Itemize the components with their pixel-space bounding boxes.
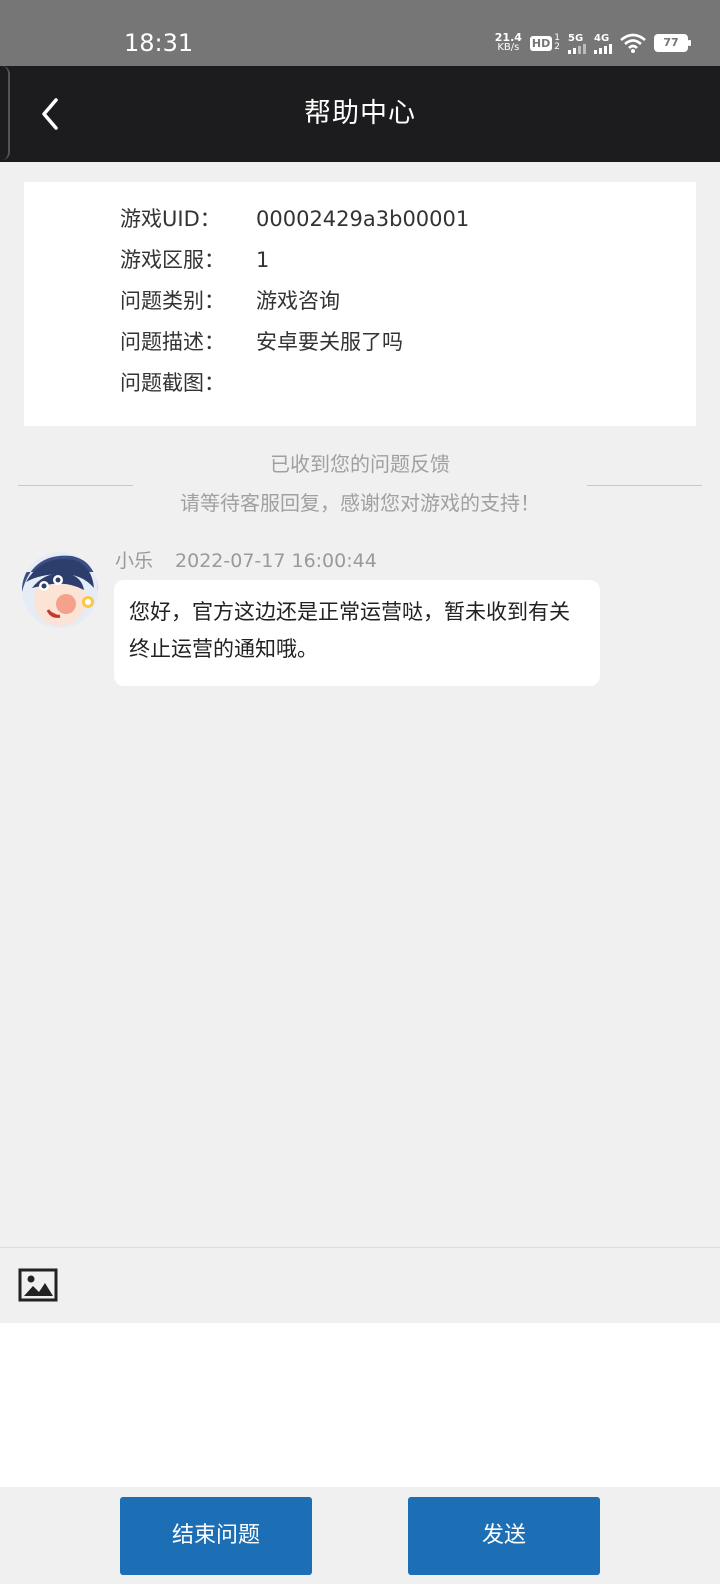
image-icon [18,1268,58,1302]
edge-decoration [0,66,10,160]
app-header: 帮助中心 [0,66,720,162]
network-speed: 21.4 KB/s [495,32,522,53]
composer-divider [0,1247,720,1248]
description-label: 问题描述： [120,330,225,354]
message-meta: 小乐 2022-07-17 16:00:44 [115,547,377,575]
uid-row: 游戏UID： 00002429a3b00001 [120,204,469,234]
message-input[interactable] [0,1323,720,1487]
screenshot-label: 问题截图： [120,371,225,395]
image-upload-button[interactable] [18,1267,58,1303]
sim-slot-labels: 1 2 [554,34,560,52]
status-time: 18:31 [124,29,194,57]
message-timestamp: 2022-07-17 16:00:44 [175,550,377,572]
description-row: 问题描述： 安卓要关服了吗 [120,327,403,357]
hd-icon: HD [529,35,553,51]
bottom-action-bar [0,1487,720,1584]
sim-slot-2: 2 [554,42,560,52]
message-input-area[interactable] [0,1323,720,1487]
divider-right [587,485,702,486]
network-speed-unit: KB/s [497,42,520,53]
status-icons: 21.4 KB/s HD 1 2 5G 4G 77 [495,28,691,58]
sim2-signal-icon: 4G [594,33,612,54]
server-value: 1 [256,248,270,272]
end-issue-button[interactable]: 结束问题 [120,1497,312,1575]
wifi-icon [620,33,646,53]
page-title: 帮助中心 [304,98,416,129]
battery-icon: 77 [654,34,691,52]
feedback-received-notice: 已收到您的问题反馈 [270,452,450,476]
server-label: 游戏区服： [120,248,225,272]
uid-value: 00002429a3b00001 [256,207,470,231]
status-bar: 18:31 21.4 KB/s HD 1 2 5G 4G 77 [0,0,720,66]
uid-label: 游戏UID： [120,207,221,231]
send-button[interactable]: 发送 [408,1497,600,1575]
avatar [22,552,98,628]
wait-reply-notice: 请等待客服回复，感谢您对游戏的支持！ [180,491,540,515]
server-row: 游戏区服： 1 [120,245,269,275]
sim1-network-label: 5G [568,32,584,44]
message-bubble: 您好，官方这边还是正常运营哒，暂未收到有关终止运营的通知哦。 [114,580,600,686]
screenshot-row: 问题截图： [120,368,256,398]
sender-name: 小乐 [115,550,154,572]
category-row: 问题类别： 游戏咨询 [120,286,340,316]
ticket-info-card: 游戏UID： 00002429a3b00001 游戏区服： 1 问题类别： 游戏… [24,182,696,426]
category-value: 游戏咨询 [256,289,340,313]
category-label: 问题类别： [120,289,225,313]
sim1-signal-icon: 5G [568,33,586,54]
description-value: 安卓要关服了吗 [256,330,403,354]
divider-left [18,485,133,486]
sim2-network-label: 4G [594,32,610,44]
